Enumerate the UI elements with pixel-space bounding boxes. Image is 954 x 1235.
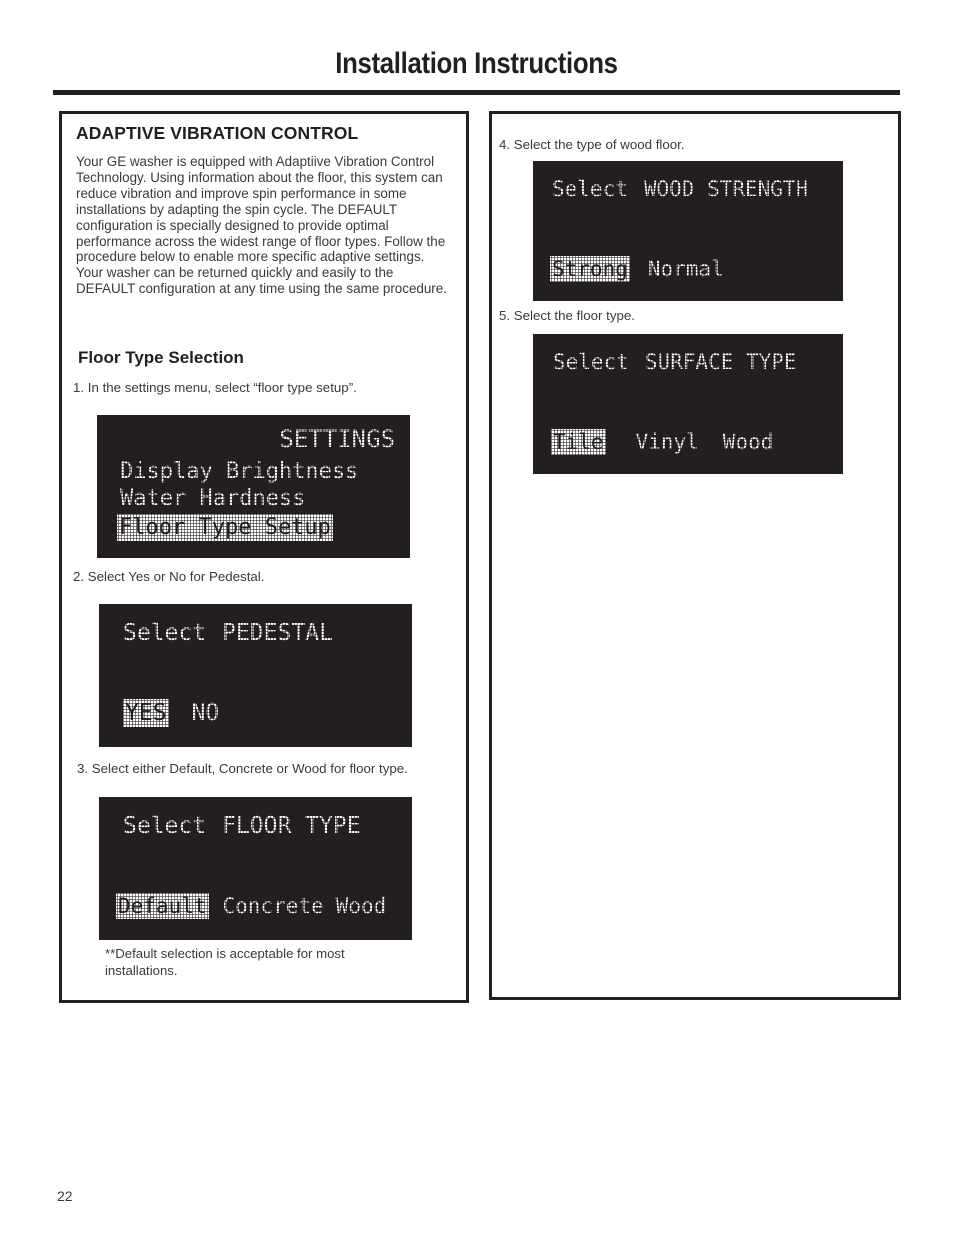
adaptive-vibration-control-paragraph: Your GE washer is equipped with Adaptiiv…	[76, 154, 447, 297]
pedestal-options-row[interactable]: YES NO	[123, 697, 408, 729]
settings-item-display-brightness-row[interactable]: Display Brightness	[120, 458, 405, 484]
settings-screen-title-row: SETTINGS	[107, 425, 395, 453]
settings-item-water-hardness-row[interactable]: Water Hardness	[120, 485, 405, 511]
surface-type-screen-title-prefix: Select	[553, 350, 629, 374]
step-2-text: 2. Select Yes or No for Pedestal.	[73, 569, 265, 584]
step-5-text: 5. Select the floor type.	[499, 308, 636, 323]
wood-strength-options-row[interactable]: Strong Normal	[550, 253, 838, 285]
pedestal-screen-title-main: PEDESTAL	[222, 620, 333, 646]
floor-type-options-row[interactable]: Default Concrete Wood	[116, 890, 411, 922]
pedestal-screen-title-prefix: Select	[123, 620, 207, 646]
surface-type-screen-title-row: Select SURFACE TYPE	[553, 347, 841, 377]
floor-type-option-wood[interactable]: Wood	[336, 894, 387, 918]
floor-type-selection-heading: Floor Type Selection	[78, 348, 244, 367]
wood-strength-screen-title-prefix: Select	[552, 177, 628, 201]
settings-screen-title: SETTINGS	[279, 425, 395, 453]
select-pedestal-screen[interactable]: Select PEDESTAL YES NO	[99, 604, 412, 747]
floor-type-option-concrete[interactable]: Concrete	[223, 894, 324, 918]
wood-strength-option-strong[interactable]: Strong	[550, 256, 630, 282]
right-content-panel: 4. Select the type of wood floor. Select…	[489, 111, 901, 1000]
floor-type-screen-title-prefix: Select	[123, 813, 207, 839]
adaptive-vibration-control-heading: ADAPTIVE VIBRATION CONTROL	[76, 123, 359, 143]
settings-menu-screen[interactable]: SETTINGS Display Brightness Water Hardne…	[97, 415, 410, 558]
surface-type-option-wood[interactable]: Wood	[723, 430, 774, 454]
left-content-panel: ADAPTIVE VIBRATION CONTROL Your GE washe…	[59, 111, 469, 1003]
settings-item-water-hardness-label: Water Hardness	[120, 485, 306, 511]
step-3-text: 3. Select either Default, Concrete or Wo…	[77, 761, 408, 776]
wood-strength-screen-title-main: WOOD STRENGTH	[643, 177, 809, 201]
floor-type-screen-title-row: Select FLOOR TYPE	[123, 811, 408, 841]
select-wood-strength-screen[interactable]: Select WOOD STRENGTH Strong Normal	[533, 161, 843, 301]
wood-strength-option-normal[interactable]: Normal	[648, 257, 724, 281]
select-floor-type-screen[interactable]: Select FLOOR TYPE Default Concrete Wood	[99, 797, 412, 940]
page-number: 22	[57, 1188, 73, 1204]
settings-item-floor-type-setup-label: Floor Type Setup	[117, 513, 333, 541]
step-4-text: 4. Select the type of wood floor.	[499, 137, 685, 152]
header-divider-rule	[53, 90, 900, 95]
step-1-text: 1. In the settings menu, select “floor t…	[73, 380, 357, 395]
select-surface-type-screen[interactable]: Select SURFACE TYPE Tile Vinyl Wood	[533, 334, 843, 474]
surface-type-screen-title-main: SURFACE TYPE	[644, 350, 797, 374]
wood-strength-screen-title-row: Select WOOD STRENGTH	[552, 174, 840, 204]
page-title: Installation Instructions	[335, 47, 618, 80]
pedestal-option-yes[interactable]: YES	[123, 699, 169, 727]
pedestal-option-no[interactable]: NO	[192, 700, 220, 726]
settings-item-floor-type-setup-row[interactable]: Floor Type Setup	[117, 512, 402, 542]
surface-type-option-vinyl[interactable]: Vinyl	[636, 430, 699, 454]
surface-type-option-tile[interactable]: Tile	[551, 429, 606, 455]
default-selection-note: **Default selection is acceptable for mo…	[105, 946, 345, 978]
page-header: Installation Instructions	[53, 48, 900, 80]
settings-item-display-brightness-label: Display Brightness	[120, 458, 359, 484]
surface-type-options-row[interactable]: Tile Vinyl Wood	[551, 426, 839, 458]
floor-type-screen-title-main: FLOOR TYPE	[222, 813, 361, 839]
pedestal-screen-title-row: Select PEDESTAL	[123, 618, 408, 648]
floor-type-option-default[interactable]: Default	[116, 893, 209, 919]
